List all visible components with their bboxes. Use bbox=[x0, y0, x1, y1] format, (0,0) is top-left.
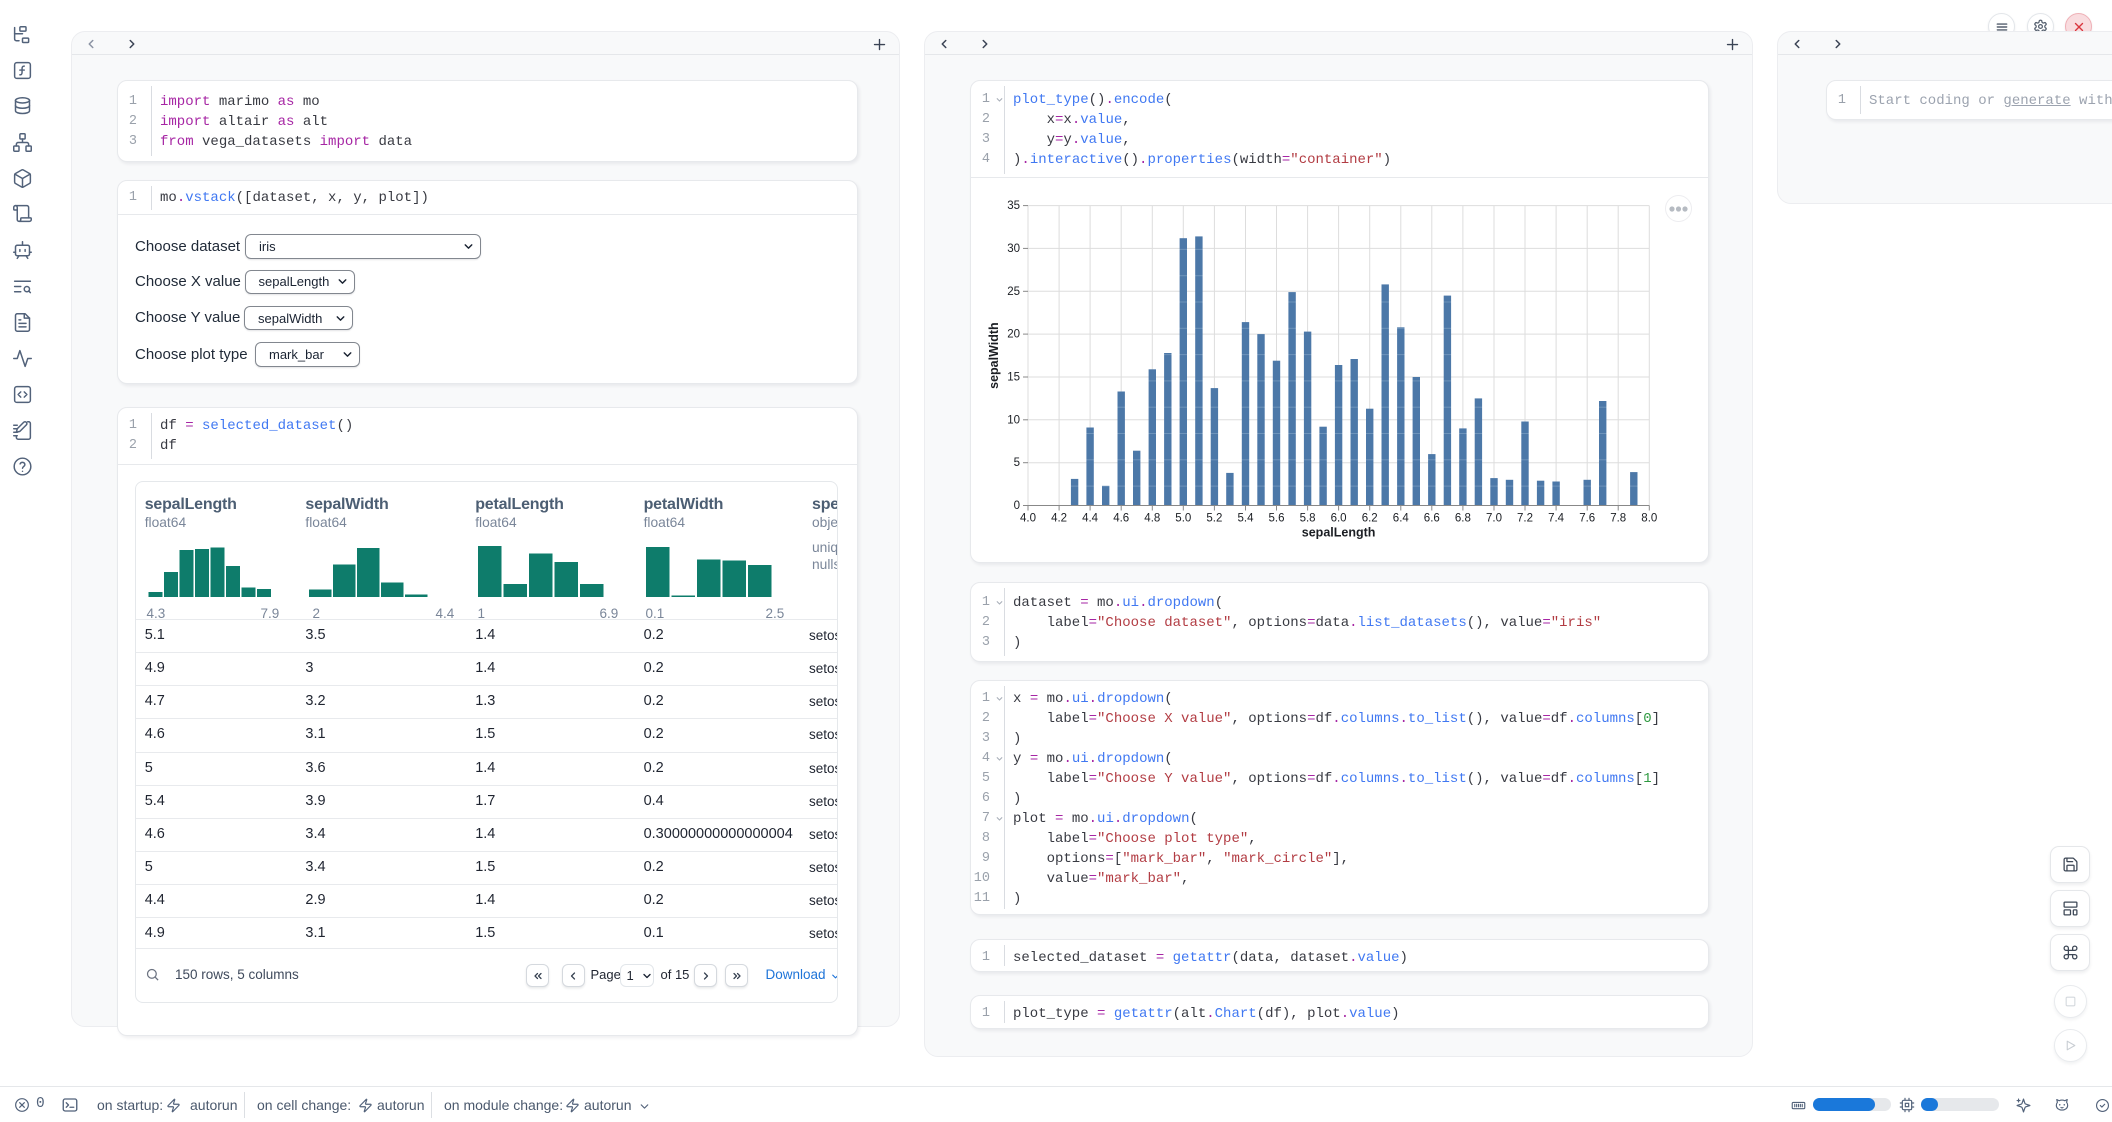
svg-text:35: 35 bbox=[1007, 200, 1020, 212]
svg-text:5.0: 5.0 bbox=[1175, 513, 1191, 525]
svg-text:7.8: 7.8 bbox=[1610, 513, 1626, 525]
svg-text:7.2: 7.2 bbox=[1517, 513, 1533, 525]
svg-text:5: 5 bbox=[1014, 457, 1020, 469]
svg-text:6.6: 6.6 bbox=[1424, 513, 1440, 525]
svg-text:4.0: 4.0 bbox=[1020, 513, 1036, 525]
svg-text:7.0: 7.0 bbox=[1486, 513, 1502, 525]
svg-text:5.2: 5.2 bbox=[1206, 513, 1222, 525]
svg-text:6.8: 6.8 bbox=[1455, 513, 1471, 525]
svg-text:5.4: 5.4 bbox=[1238, 513, 1255, 525]
svg-text:25: 25 bbox=[1007, 286, 1020, 298]
svg-text:6.4: 6.4 bbox=[1393, 513, 1410, 525]
svg-text:4.4: 4.4 bbox=[1082, 513, 1099, 525]
svg-text:7.6: 7.6 bbox=[1579, 513, 1595, 525]
svg-text:6.2: 6.2 bbox=[1362, 513, 1378, 525]
svg-text:sepalLength: sepalLength bbox=[1302, 526, 1376, 540]
svg-text:7.4: 7.4 bbox=[1548, 513, 1565, 525]
svg-text:8.0: 8.0 bbox=[1641, 513, 1657, 525]
svg-text:10: 10 bbox=[1007, 414, 1020, 426]
svg-text:5.8: 5.8 bbox=[1300, 513, 1316, 525]
svg-text:6.0: 6.0 bbox=[1331, 513, 1347, 525]
svg-text:5.6: 5.6 bbox=[1269, 513, 1285, 525]
svg-text:sepalWidth: sepalWidth bbox=[987, 322, 1001, 389]
svg-text:4.6: 4.6 bbox=[1113, 513, 1129, 525]
svg-text:20: 20 bbox=[1007, 329, 1020, 341]
svg-text:30: 30 bbox=[1007, 243, 1020, 255]
svg-text:4.8: 4.8 bbox=[1144, 513, 1160, 525]
svg-text:15: 15 bbox=[1007, 372, 1020, 384]
svg-text:0: 0 bbox=[1014, 500, 1020, 512]
svg-text:4.2: 4.2 bbox=[1051, 513, 1067, 525]
